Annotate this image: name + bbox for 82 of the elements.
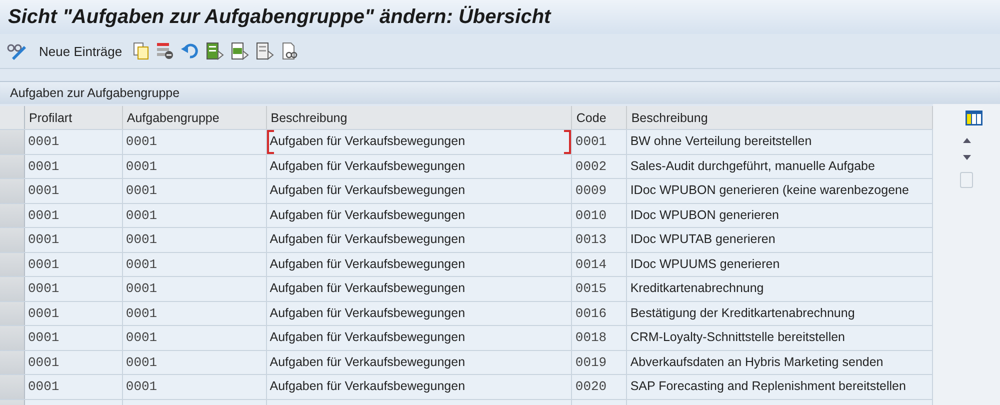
row-selector[interactable]: [0, 302, 25, 325]
table-cell: IDoc WPUBON generieren: [627, 204, 933, 227]
table-cell: 0010: [572, 204, 628, 227]
deselect-icon[interactable]: [256, 42, 274, 60]
table-cell: 0001: [122, 326, 267, 350]
table-title: Aufgaben zur Aufgabengruppe: [0, 82, 1000, 104]
table-cell: 0001: [25, 252, 123, 276]
table-cell: 0014: [572, 252, 628, 276]
table-cell: 0016: [572, 302, 628, 325]
table-cell: 0009: [572, 179, 628, 202]
table-cell: Aufgaben für Verkaufsbewegungen: [266, 228, 572, 252]
table-cell: 0001: [25, 228, 123, 252]
table-cell: Aufgaben für Verkaufsbewegungen: [266, 375, 572, 398]
table-cell: 0013: [572, 228, 628, 252]
scroll-up-icon[interactable]: [962, 136, 972, 144]
glasses-pencil-icon[interactable]: [6, 42, 28, 60]
table-cell: Kreditkartenabrechnung: [627, 277, 933, 300]
table-cell: 0019: [572, 350, 628, 374]
table-cell: Aufgaben für Verkaufsbewegungen: [266, 204, 572, 227]
table-cell: 0001: [122, 204, 267, 227]
document-glasses-icon[interactable]: [281, 42, 300, 60]
table-cell: 0001: [25, 375, 123, 398]
select-block-icon[interactable]: [231, 42, 250, 60]
table-cell: 0020: [572, 375, 628, 398]
table-cell: Aufgaben für Verkaufsbewegungen: [266, 154, 572, 178]
table-cell: 0001: [122, 350, 267, 374]
row-selector[interactable]: [0, 277, 25, 300]
table-cell: Aufgaben für Verkaufsbewegungen: [266, 326, 572, 350]
row-selector[interactable]: [0, 130, 25, 154]
scroll-down-icon[interactable]: [962, 154, 972, 162]
table-cell: Aufgaben für Verkaufsbewegungen: [266, 277, 572, 300]
table-cell: Aufgaben für Verkaufsbewegungen: [266, 130, 572, 154]
table-cell: 0001: [122, 277, 267, 300]
table-cell: 0002: [572, 154, 628, 178]
table-cell: Aufgaben für Verkaufsbewegungen: [266, 179, 572, 202]
row-selector[interactable]: [0, 228, 25, 252]
table-cell: Abverkaufsdaten an Hybris Marketing senden: [627, 350, 933, 374]
table-cell: 0001: [25, 350, 123, 374]
scroll-thumb[interactable]: [960, 172, 973, 188]
table-cell: 0001: [122, 154, 267, 178]
table-cell: 0001: [25, 179, 123, 202]
table-cell: Aufgaben für Verkaufsbewegungen: [266, 302, 572, 325]
row-selector[interactable]: [0, 154, 25, 178]
table-cell: 0001: [25, 204, 123, 227]
table-cell: 0001: [122, 375, 267, 398]
table-cell: SAP Forecasting and Replenishment bereitstellen: [627, 375, 933, 398]
table-cell: 0001: [122, 179, 267, 202]
table-cell: Aufgaben für Verkaufsbewegungen: [266, 252, 572, 276]
table-cell: BW ohne Verteilung bereitstellen: [627, 130, 933, 154]
table-cell: 0015: [572, 277, 628, 300]
row-selector[interactable]: [0, 204, 25, 227]
window-title: Sicht "Aufgaben zur Aufgabengruppe" ändern: Übersicht: [8, 6, 551, 28]
column-settings-icon[interactable]: [965, 110, 983, 126]
column-header[interactable]: Beschreibung: [266, 106, 572, 129]
table-cell: 0001: [122, 302, 267, 325]
table-cell: 0018: [572, 326, 628, 350]
table-cell: 0001: [122, 130, 267, 154]
table-cell: IDoc WPUUMS generieren: [627, 252, 933, 276]
delete-row-icon[interactable]: [156, 42, 174, 60]
row-selector[interactable]: [0, 350, 25, 374]
table-cell: IDoc WPUTAB generieren: [627, 228, 933, 252]
table-cell: Aufgaben für Verkaufsbewegungen: [266, 350, 572, 374]
table-cell: 0001: [25, 326, 123, 350]
row-selector[interactable]: [0, 179, 25, 202]
row-selector[interactable]: [0, 326, 25, 350]
table-cell: Bestätigung der Kreditkartenabrechnung: [627, 302, 933, 325]
table-cell: IDoc WPUBON generieren (keine warenbezogene: [627, 179, 933, 202]
copy-icon[interactable]: [133, 42, 150, 60]
new-entries-button[interactable]: Neue Einträge: [35, 44, 126, 58]
table-cell: 0001: [122, 252, 267, 276]
table-cell: 0001: [122, 228, 267, 252]
table-cell: CRM-Loyalty-Schnittstelle bereitstellen: [627, 326, 933, 350]
table-cell: Sales-Audit durchgeführt, manuelle Aufgabe: [627, 154, 933, 178]
select-all-icon[interactable]: [206, 42, 224, 60]
table-cell: 0001: [25, 130, 123, 154]
table-cell: 0001: [25, 277, 123, 300]
undo-icon[interactable]: [181, 43, 200, 59]
row-selector[interactable]: [0, 375, 25, 398]
row-selector[interactable]: [0, 252, 25, 276]
table-cell: 0001: [25, 154, 123, 178]
table-cell: 0001: [572, 130, 628, 154]
table-cell: 0001: [25, 302, 123, 325]
